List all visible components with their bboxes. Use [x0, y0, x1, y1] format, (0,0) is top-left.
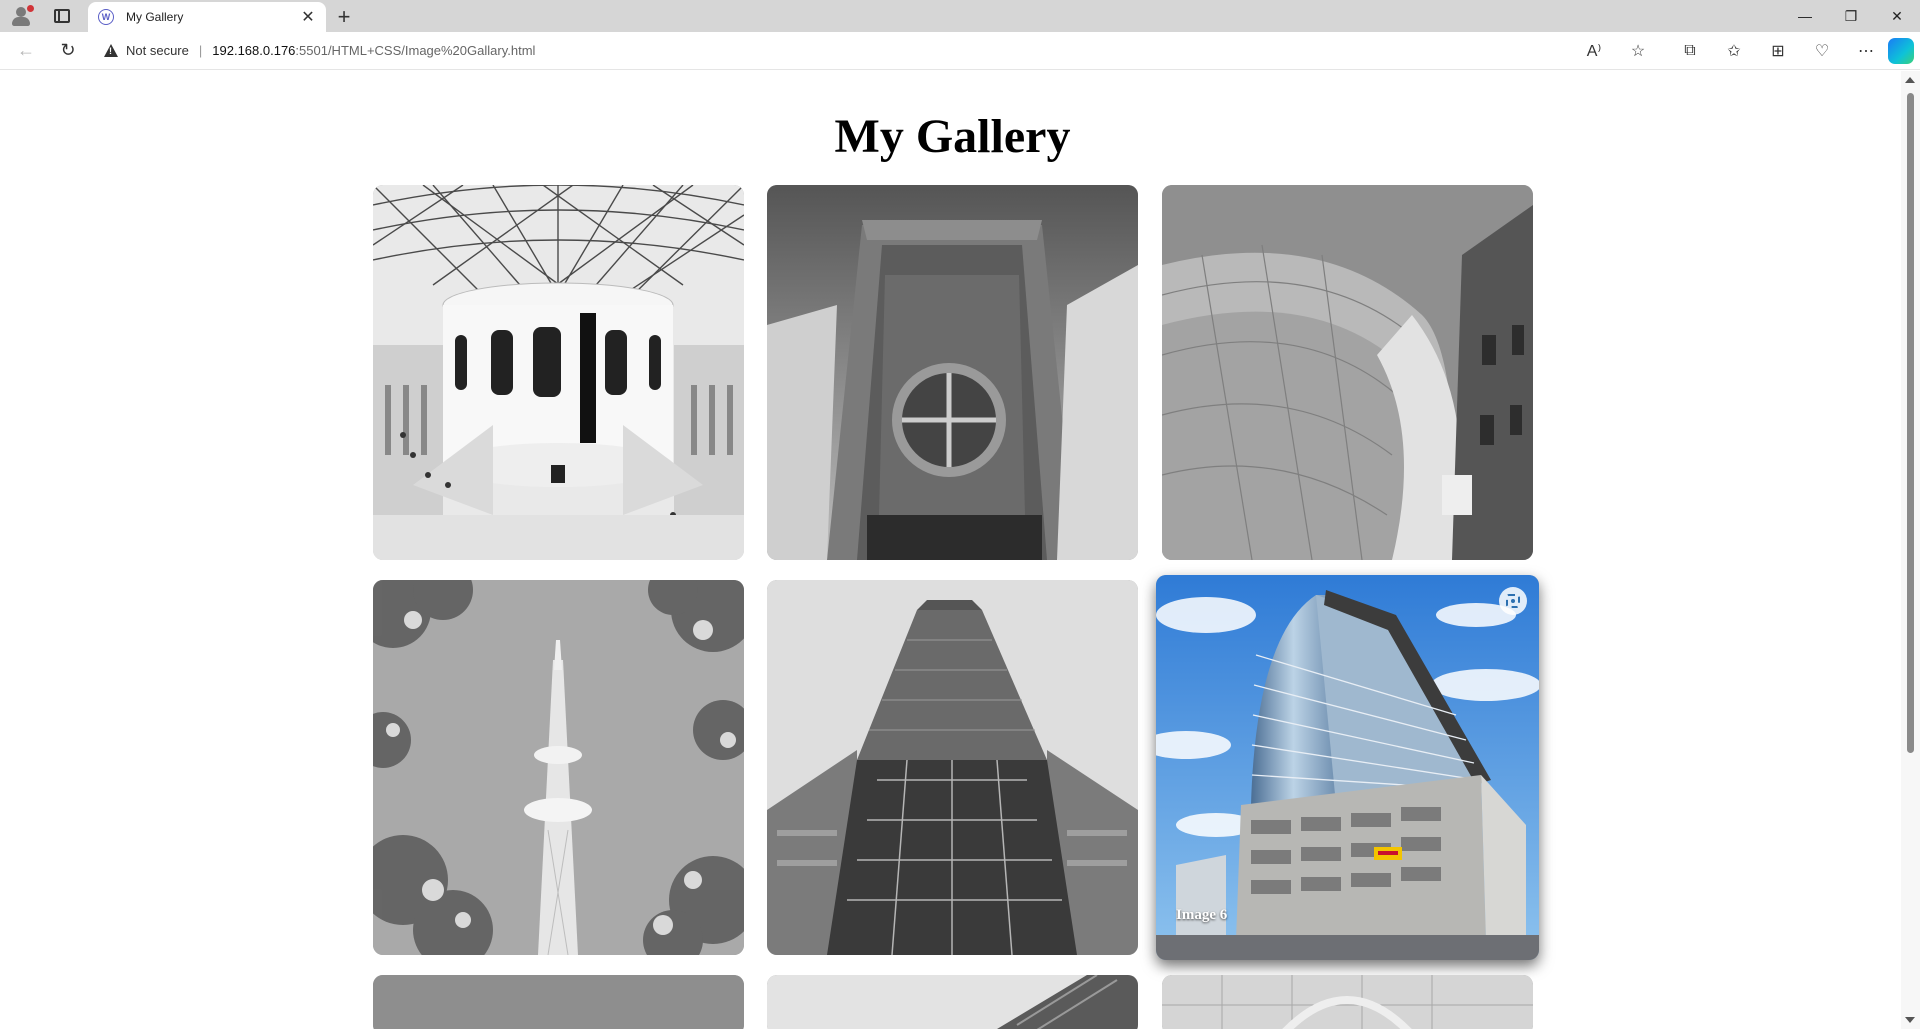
window-controls: — ❐ ✕ — [1782, 0, 1920, 32]
gallery-image-3[interactable] — [1162, 185, 1533, 560]
curved-building-image — [1162, 185, 1533, 560]
scroll-thumb[interactable] — [1907, 93, 1914, 753]
facade-image — [767, 185, 1138, 560]
gallery-image-5[interactable] — [767, 580, 1138, 955]
gallery-image-4[interactable] — [373, 580, 744, 955]
partial-image-9 — [1162, 975, 1533, 1029]
browser-toolbar: ← ↻ Not secure | 192.168.0.176:5501/HTML… — [0, 32, 1920, 70]
split-screen-icon[interactable]: ⧉ — [1668, 32, 1712, 70]
gallery-image-2[interactable] — [767, 185, 1138, 560]
page-viewport: My Gallery Image 6 — [4, 71, 1901, 1029]
gallery-image-7[interactable] — [373, 975, 744, 1029]
scroll-down-arrow-icon[interactable] — [1905, 1017, 1915, 1023]
address-bar[interactable]: Not secure | 192.168.0.176:5501/HTML+CSS… — [104, 36, 1474, 66]
close-window-button[interactable]: ✕ — [1874, 0, 1920, 32]
favorites-icon[interactable]: ✩ — [1712, 32, 1756, 70]
back-button[interactable]: ← — [8, 36, 44, 66]
atrium-image — [373, 185, 744, 560]
address-separator: | — [198, 43, 203, 58]
url-host: 192.168.0.176 — [212, 43, 296, 58]
more-menu-icon[interactable]: ⋯ — [1844, 32, 1888, 70]
gallery-image-9[interactable] — [1162, 975, 1533, 1029]
profile-icon[interactable] — [10, 5, 34, 27]
gallery-image-1[interactable] — [373, 185, 744, 560]
security-label[interactable]: Not secure — [126, 43, 189, 58]
browser-essentials-icon[interactable]: ♡ — [1800, 32, 1844, 70]
add-favorite-icon[interactable]: ☆ — [1616, 32, 1660, 70]
image-caption: Image 6 — [1176, 907, 1228, 923]
tower-blossom-image — [373, 580, 744, 955]
gallery-image-6[interactable]: Image 6 — [1156, 575, 1539, 960]
gallery-image-8[interactable] — [767, 975, 1138, 1029]
scroll-up-arrow-icon[interactable] — [1905, 77, 1915, 83]
tab-favicon-icon: W — [98, 9, 114, 25]
tab-title: My Gallery — [126, 10, 184, 24]
tab-close-icon[interactable]: ✕ — [300, 7, 316, 27]
skyscraper-image — [767, 580, 1138, 955]
visual-search-icon[interactable] — [1499, 587, 1527, 615]
page-title: My Gallery — [834, 110, 1071, 163]
restore-button[interactable]: ❐ — [1828, 0, 1874, 32]
read-aloud-icon[interactable]: A⁾ — [1572, 32, 1616, 70]
new-tab-button[interactable]: + — [326, 2, 362, 32]
window-titlebar: W My Gallery ✕ + — ❐ ✕ — [0, 0, 1920, 32]
partial-image-8 — [767, 975, 1138, 1029]
warning-icon — [104, 44, 118, 57]
url-path: :5501/HTML+CSS/Image%20Gallary.html — [295, 43, 536, 58]
titlebar-left-controls — [0, 0, 88, 32]
office-building-image — [1156, 575, 1539, 960]
page-scrollbar[interactable] — [1901, 71, 1920, 1029]
toolbar-right-icons: A⁾ ☆ ⧉ ✩ ⊞ ♡ ⋯ — [1572, 32, 1920, 70]
refresh-button[interactable]: ↻ — [50, 36, 86, 66]
copilot-icon[interactable] — [1888, 38, 1914, 64]
tab-actions-icon[interactable] — [54, 9, 70, 23]
collections-icon[interactable]: ⊞ — [1756, 32, 1800, 70]
tab-my-gallery[interactable]: W My Gallery ✕ — [88, 2, 326, 32]
partial-image-7 — [373, 975, 744, 1029]
minimize-button[interactable]: — — [1782, 0, 1828, 32]
